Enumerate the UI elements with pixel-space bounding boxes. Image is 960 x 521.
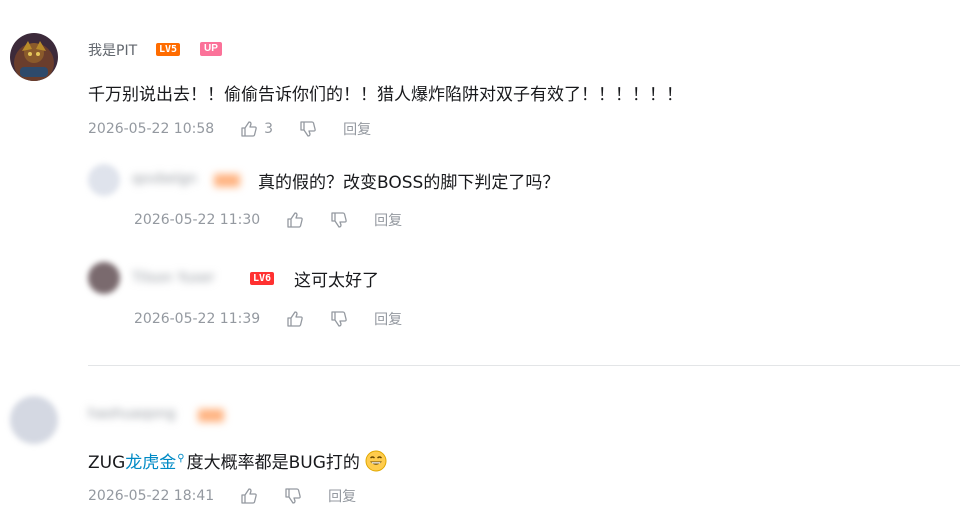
- level-badge: LV6: [250, 272, 275, 285]
- search-link[interactable]: 龙虎金: [125, 453, 176, 473]
- thumbs-down-icon: [331, 311, 347, 327]
- username[interactable]: Tilson Yuser: [132, 270, 215, 286]
- username[interactable]: qovbelgn: [132, 171, 197, 187]
- like-button[interactable]: [286, 211, 304, 229]
- reply-text: 这可太好了: [294, 271, 379, 291]
- comment-meta: 2026-05-22 10:58 3 回复: [88, 119, 371, 139]
- comment-text: ZUG龙虎金⚲ 度大概率都是BUG打的: [88, 448, 387, 473]
- reply-button[interactable]: 回复: [374, 309, 402, 329]
- like-button[interactable]: 3: [240, 120, 273, 138]
- like-button[interactable]: [240, 487, 258, 505]
- grinning-face-emoji-icon: [365, 450, 387, 472]
- avatar[interactable]: [10, 396, 58, 444]
- timestamp: 2026-05-22 10:58: [88, 121, 215, 137]
- comment-divider: [88, 365, 960, 366]
- comment-text: 千万别说出去！！偷偷告诉你们的！！猎人爆炸陷阱对双子有效了！！！！！！: [88, 85, 683, 105]
- thumbs-down-icon: [331, 212, 347, 228]
- like-button[interactable]: [286, 310, 304, 328]
- reply-meta: 2026-05-22 11:30 回复: [134, 210, 402, 230]
- comment-text-part: ZUG: [88, 453, 126, 473]
- timestamp: 2026-05-22 11:30: [134, 212, 261, 228]
- like-count: 3: [264, 121, 274, 137]
- timestamp: 2026-05-22 11:39: [134, 311, 261, 327]
- avatar[interactable]: [88, 164, 120, 196]
- reply-button[interactable]: 回复: [374, 210, 402, 230]
- search-icon[interactable]: ⚲: [177, 453, 184, 464]
- comment-text-part: 度大概率都是BUG打的: [186, 453, 360, 473]
- up-badge: UP: [200, 42, 222, 56]
- thumbs-down-icon: [300, 121, 316, 137]
- username[interactable]: haohuaqong: [88, 406, 176, 422]
- reply-meta: 2026-05-22 11:39 回复: [134, 309, 402, 329]
- timestamp: 2026-05-22 18:41: [88, 488, 215, 504]
- dislike-button[interactable]: [284, 487, 302, 505]
- reply-button[interactable]: 回复: [343, 119, 371, 139]
- reply-button[interactable]: 回复: [328, 486, 356, 506]
- dislike-button[interactable]: [330, 310, 348, 328]
- thumbs-up-icon: [287, 212, 303, 228]
- username[interactable]: 我是PIT: [88, 40, 137, 60]
- dislike-button[interactable]: [299, 120, 317, 138]
- thumbs-down-icon: [285, 488, 301, 504]
- dislike-button[interactable]: [330, 211, 348, 229]
- thumbs-up-icon: [241, 488, 257, 504]
- comment-meta: 2026-05-22 18:41 回复: [88, 486, 356, 506]
- level-badge: [198, 409, 224, 422]
- level-badge: LV5: [156, 43, 181, 56]
- thumbs-up-icon: [241, 121, 257, 137]
- reply-text: 真的假的？改变BOSS的脚下判定了吗？: [258, 173, 560, 193]
- thumbs-up-icon: [287, 311, 303, 327]
- avatar[interactable]: [10, 33, 58, 81]
- level-badge: [214, 174, 240, 187]
- avatar[interactable]: [88, 262, 120, 294]
